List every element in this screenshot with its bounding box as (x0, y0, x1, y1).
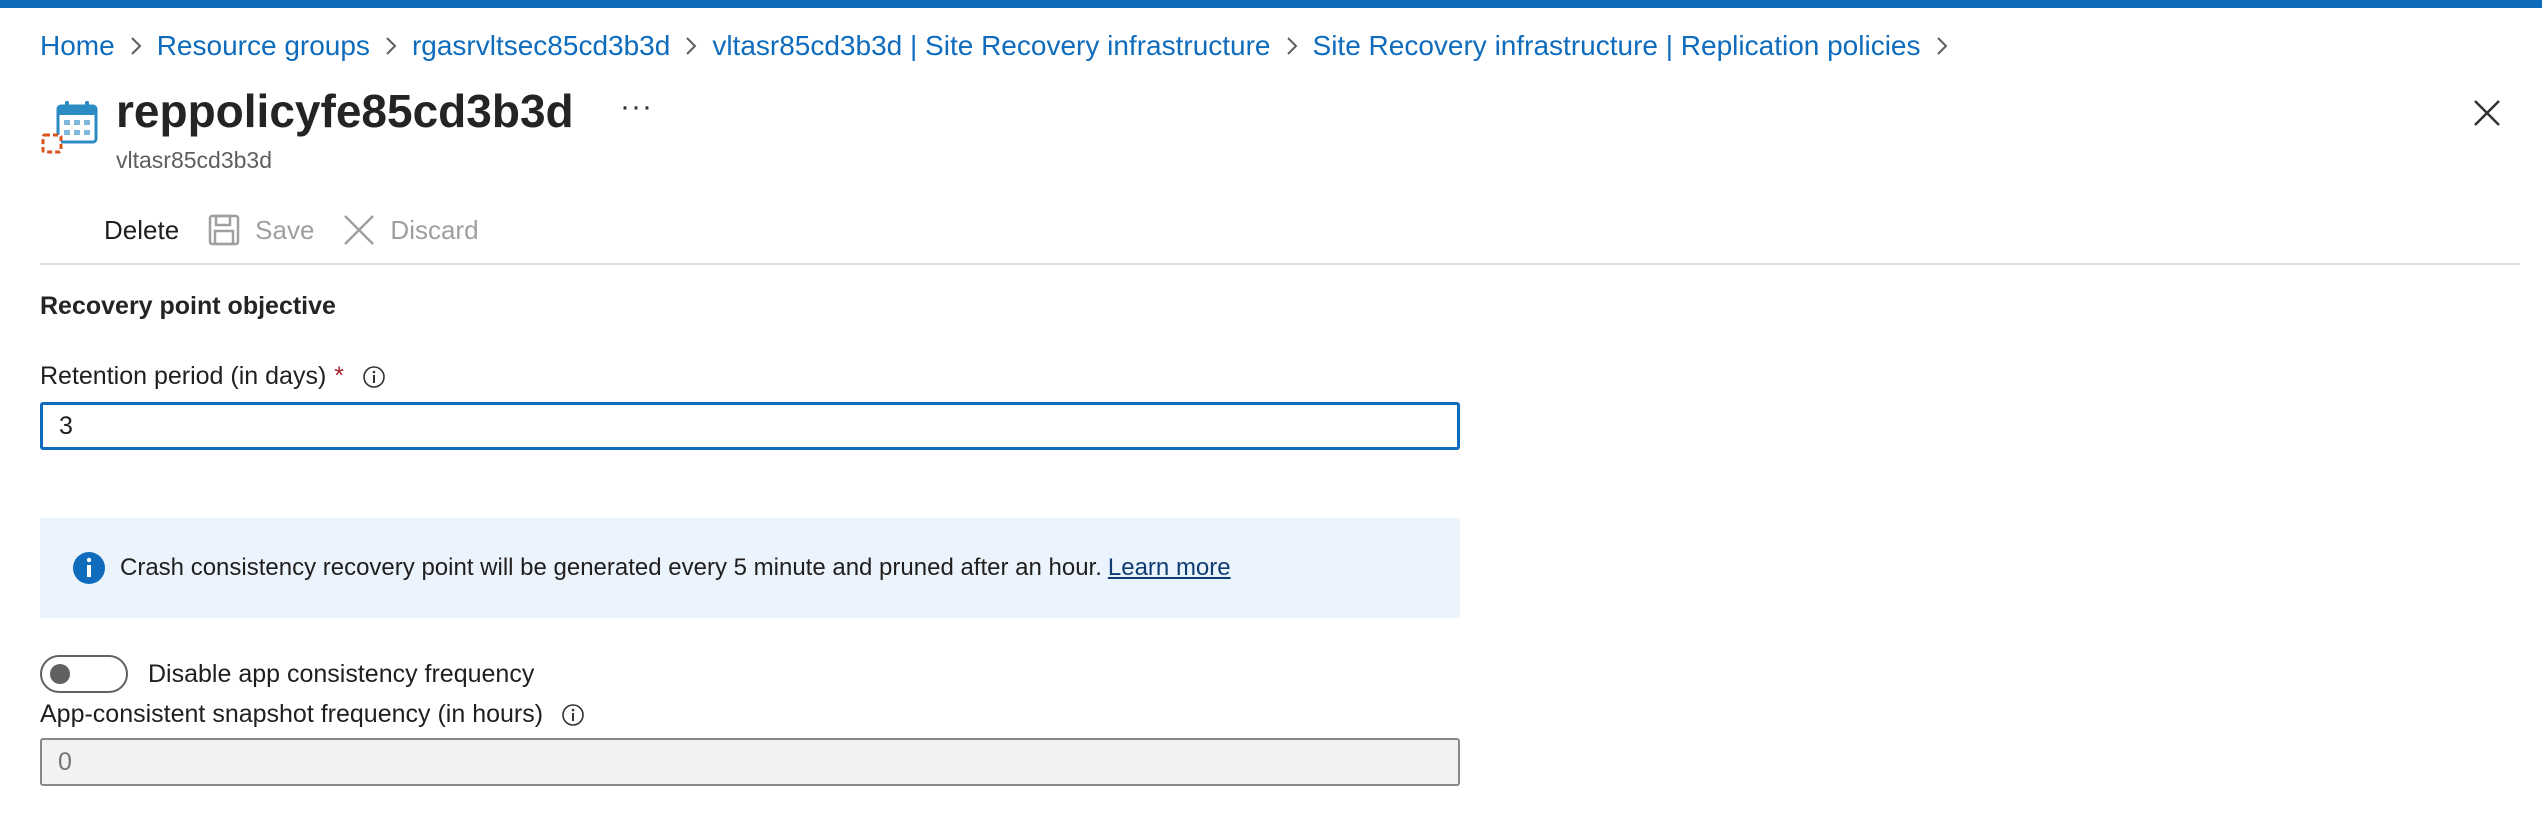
learn-more-link[interactable]: Learn more (1108, 554, 1231, 582)
retention-period-label-text: Retention period (in days) (40, 362, 327, 390)
chevron-right-icon (370, 26, 412, 66)
close-icon[interactable] (2470, 96, 2504, 130)
breadcrumb-vault-infrastructure[interactable]: vltasr85cd3b3d | Site Recovery infrastru… (712, 30, 1270, 62)
snapshot-frequency-label: App-consistent snapshot frequency (in ho… (40, 700, 585, 729)
info-banner-text: Crash consistency recovery point will be… (120, 554, 1102, 581)
info-icon[interactable] (561, 703, 585, 727)
discard-button[interactable]: Discard (342, 213, 479, 247)
save-label: Save (255, 214, 315, 245)
chevron-right-icon (670, 26, 712, 66)
breadcrumb-home[interactable]: Home (40, 30, 115, 62)
page-title: reppolicyfe85cd3b3d (116, 85, 574, 137)
breadcrumb-replication-policies[interactable]: Site Recovery infrastructure | Replicati… (1313, 30, 1921, 62)
toggle-knob (50, 664, 70, 684)
app-consistency-toggle-row: Disable app consistency frequency (40, 655, 534, 693)
page-subtitle: vltasr85cd3b3d (116, 147, 272, 173)
breadcrumb-resource-groups[interactable]: Resource groups (157, 30, 370, 62)
chevron-right-icon (1921, 26, 1963, 66)
command-bar: Delete Save Discard (40, 200, 507, 260)
section-title: Recovery point objective (40, 292, 336, 320)
more-actions-button[interactable]: ··· (620, 90, 653, 124)
snapshot-frequency-label-text: App-consistent snapshot frequency (in ho… (40, 700, 544, 728)
toolbar-divider (40, 263, 2520, 265)
toggle-label: Disable app consistency frequency (148, 659, 535, 688)
snapshot-frequency-input[interactable] (40, 738, 1460, 786)
breadcrumb: Home Resource groups rgasrvltsec85cd3b3d… (40, 26, 1963, 66)
retention-period-input[interactable] (40, 402, 1460, 450)
save-button[interactable]: Save (207, 213, 314, 247)
discard-icon (344, 215, 375, 245)
top-accent-bar (0, 0, 2542, 8)
info-filled-icon (73, 552, 105, 584)
breadcrumb-resource-group[interactable]: rgasrvltsec85cd3b3d (412, 30, 670, 62)
info-icon[interactable] (362, 365, 386, 389)
chevron-right-icon (115, 26, 157, 66)
info-banner: Crash consistency recovery point will be… (40, 518, 1460, 618)
required-marker: * (334, 362, 345, 390)
discard-label: Discard (390, 214, 479, 245)
replication-policy-icon (40, 100, 100, 160)
delete-label: Delete (104, 214, 180, 245)
retention-period-label: Retention period (in days) * (40, 362, 386, 391)
delete-button[interactable]: Delete (104, 215, 179, 246)
chevron-right-icon (1271, 26, 1313, 66)
save-icon (208, 214, 240, 246)
disable-app-consistency-toggle[interactable] (40, 655, 128, 693)
